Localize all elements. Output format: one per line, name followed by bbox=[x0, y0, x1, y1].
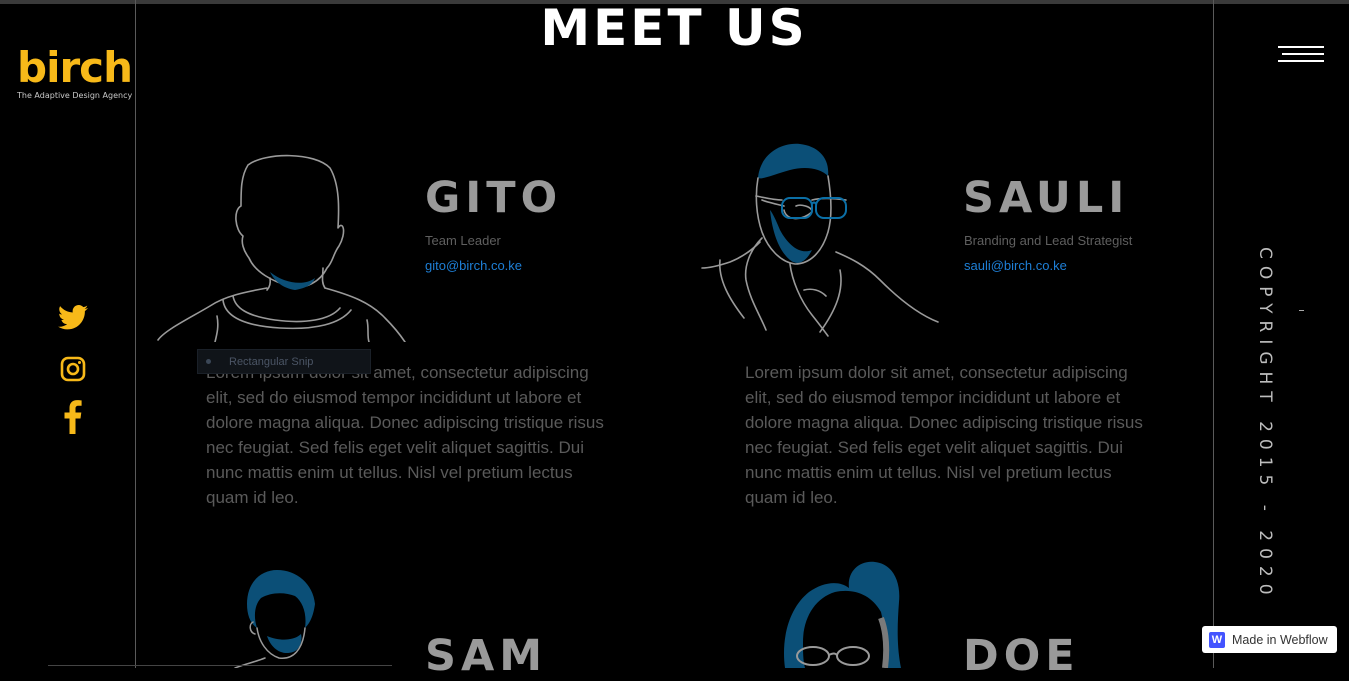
sauli-portrait-illustration bbox=[701, 143, 939, 337]
brand-logo[interactable]: birch The Adaptive Design Agency bbox=[17, 43, 133, 101]
page-title: MEET US bbox=[540, 0, 808, 57]
member-bio: Lorem ipsum dolor sit amet, consectetur … bbox=[745, 363, 1143, 507]
member-name: SAM bbox=[425, 631, 548, 681]
copyright-notice: COPYRIGHT 2015 - 2020 bbox=[1255, 247, 1277, 602]
hamburger-menu-button[interactable] bbox=[1278, 44, 1324, 64]
member-role: Branding and Lead Strategist bbox=[964, 233, 1133, 248]
menu-line bbox=[1278, 60, 1324, 62]
member-email-link[interactable]: gito@birch.co.ke bbox=[425, 258, 522, 273]
twitter-icon[interactable] bbox=[57, 303, 89, 331]
menu-line bbox=[1278, 46, 1324, 48]
member-name: GITO bbox=[425, 173, 563, 223]
member-name: DOE bbox=[963, 631, 1080, 681]
member-bio: Lorem ipsum dolor sit amet, consectetur … bbox=[206, 363, 604, 507]
left-divider bbox=[135, 0, 136, 668]
copyright-text: COPYRIGHT 2015 - 2020 bbox=[1255, 247, 1275, 602]
right-divider bbox=[1213, 0, 1214, 668]
menu-line bbox=[1282, 53, 1324, 55]
bottom-divider bbox=[48, 665, 392, 666]
copyright-dash bbox=[1299, 310, 1304, 311]
made-in-webflow-badge[interactable]: W Made in Webflow bbox=[1202, 626, 1337, 653]
gito-portrait-illustration bbox=[157, 154, 406, 342]
webflow-logo-icon: W bbox=[1209, 631, 1225, 648]
rectangular-snip-tooltip: Rectangular Snip bbox=[197, 349, 371, 374]
doe-portrait-illustration bbox=[784, 561, 901, 668]
snip-dot-icon bbox=[206, 359, 211, 364]
facebook-icon[interactable] bbox=[57, 399, 89, 435]
webflow-badge-label: Made in Webflow bbox=[1232, 632, 1328, 647]
member-email-link[interactable]: sauli@birch.co.ke bbox=[964, 258, 1067, 273]
sam-portrait-illustration bbox=[234, 570, 315, 668]
instagram-icon[interactable] bbox=[57, 355, 89, 383]
member-name: SAULI bbox=[963, 173, 1130, 223]
member-role: Team Leader bbox=[425, 233, 501, 248]
brand-name: birch bbox=[17, 43, 133, 92]
snip-label: Rectangular Snip bbox=[229, 355, 314, 368]
brand-tagline: The Adaptive Design Agency bbox=[17, 91, 133, 100]
